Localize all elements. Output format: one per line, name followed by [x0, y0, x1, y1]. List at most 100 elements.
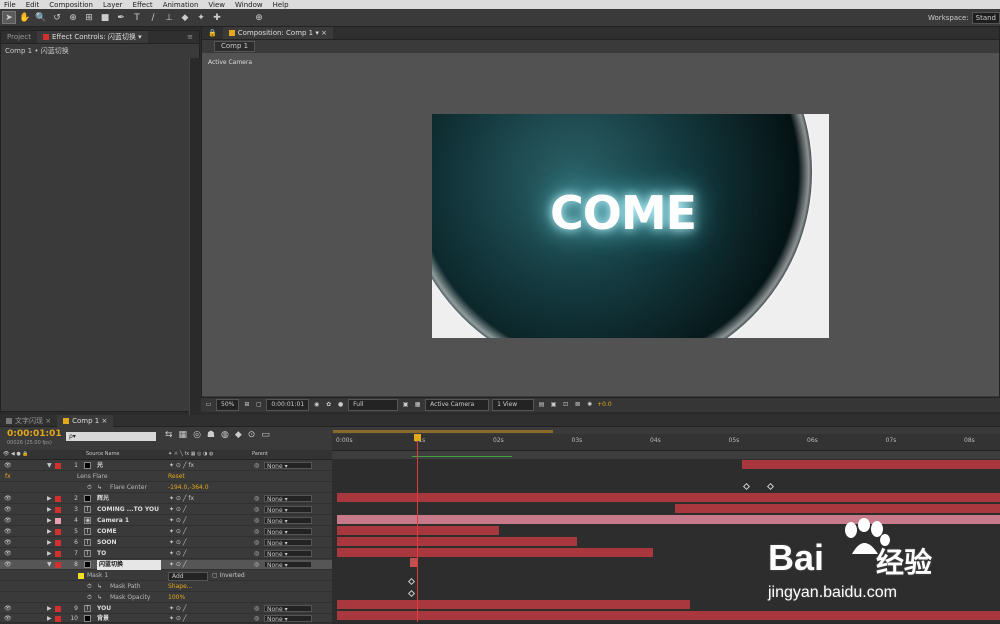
menu-window[interactable]: Window [231, 1, 269, 9]
twirl-arrow-icon[interactable]: ▶ [47, 505, 52, 515]
view-layout-select[interactable]: 1 View [492, 399, 535, 411]
parent-select[interactable]: None ▾ [264, 561, 312, 569]
twirl-arrow-icon[interactable]: ▼ [47, 560, 52, 570]
snapshot-icon[interactable]: ◉ [312, 400, 321, 410]
time-ruler[interactable]: 0:00s01s02s03s04s05s06s07s08s [332, 430, 1000, 451]
eraser-tool-icon[interactable]: ◆ [178, 11, 192, 24]
twirl-arrow-icon[interactable]: ▶ [47, 516, 52, 526]
twirl-arrow-icon[interactable]: ▶ [47, 604, 52, 614]
menu-file[interactable]: File [0, 1, 22, 9]
puppet-tool-icon[interactable]: ✚ [210, 11, 224, 24]
layer-duration-bar[interactable] [337, 548, 653, 557]
layer-name[interactable]: TO [97, 549, 106, 559]
visibility-eye-icon[interactable]: 👁 [4, 527, 12, 537]
layer-switches-icon[interactable]: ✦ ⊙ ╱ [169, 516, 186, 526]
keyframe-icon[interactable] [407, 577, 416, 586]
motion-blur-icon[interactable]: ◍ [221, 430, 235, 440]
layer-switches-icon[interactable]: ✦ ⊙ ╱ [169, 505, 186, 515]
pixel-aspect-icon[interactable]: ▤ [537, 400, 546, 410]
timeline-timecode[interactable]: 0:00:01:01 [7, 429, 62, 439]
parent-pickwhip-icon[interactable]: ◎ [254, 494, 259, 504]
layer-name[interactable]: 辉光 [97, 494, 109, 504]
comp-flowchart-icon[interactable]: ⇆ [165, 430, 179, 440]
draft-3d-icon[interactable]: ▦ [179, 430, 194, 440]
tab-effect-controls[interactable]: Effect Controls: 闪蓝切换 ▾ [36, 31, 148, 43]
keyframe-icon[interactable] [742, 482, 751, 491]
parent-pickwhip-icon[interactable]: ◎ [254, 560, 259, 570]
zoom-tool-icon[interactable]: 🔍 [34, 11, 48, 24]
parent-pickwhip-icon[interactable]: ◎ [254, 527, 259, 537]
visibility-eye-icon[interactable]: 👁 [4, 549, 12, 559]
rotate-tool-icon[interactable]: ↺ [50, 11, 64, 24]
label-color[interactable] [55, 463, 61, 469]
graph-editor-icon[interactable]: ▭ [261, 430, 276, 440]
layer-switches-icon[interactable]: ✦ ⊙ ╱ [169, 549, 186, 559]
layer-row[interactable]: 👁 ▶ 2 辉光 ✦ ⊙ ╱ fx ◎ None ▾ [0, 494, 332, 504]
text-tool-icon[interactable]: T [130, 11, 144, 24]
pan-behind-tool-icon[interactable]: ⊞ [82, 11, 96, 24]
twirl-arrow-icon[interactable]: ▶ [47, 614, 52, 624]
parent-select[interactable]: None ▾ [264, 605, 312, 613]
property-row[interactable]: ⏱ ↳ Mask Path Shape... [0, 582, 332, 592]
layer-switches-icon[interactable]: ✦ ⊙ ╱ [169, 538, 186, 548]
visibility-eye-icon[interactable]: 👁 [4, 604, 12, 614]
twirl-arrow-icon[interactable]: ▼ [47, 461, 52, 471]
visibility-eye-icon[interactable]: 👁 [4, 461, 12, 471]
label-color[interactable] [55, 606, 61, 612]
menu-effect[interactable]: Effect [129, 1, 159, 9]
current-time-field[interactable]: 0:00:01:01 [266, 399, 310, 411]
workspace-value[interactable]: Stand [971, 11, 1000, 24]
label-color[interactable] [55, 507, 61, 513]
property-value[interactable]: Shape... [168, 582, 193, 592]
parent-pickwhip-icon[interactable]: ◎ [254, 505, 259, 515]
parent-select[interactable]: None ▾ [264, 528, 312, 536]
brainstorm-icon[interactable]: ◆ [235, 430, 248, 440]
property-value[interactable]: Reset [168, 472, 185, 482]
label-color[interactable] [55, 540, 61, 546]
property-row[interactable]: fx Lens Flare Reset [0, 472, 332, 482]
frame-blend-icon[interactable]: ☗ [207, 430, 221, 440]
selection-tool-icon[interactable]: ➤ [2, 11, 16, 24]
fast-previews-icon[interactable]: ▣ [549, 400, 558, 410]
camera-tool-icon[interactable]: ⊕ [66, 11, 80, 24]
camera-view-select[interactable]: Active Camera [425, 399, 490, 411]
menu-edit[interactable]: Edit [22, 1, 46, 9]
source-name-header[interactable]: Source Name [86, 450, 120, 459]
mask-color[interactable] [78, 573, 84, 579]
menu-layer[interactable]: Layer [99, 1, 129, 9]
menu-composition[interactable]: Composition [45, 1, 99, 9]
layer-row[interactable]: 👁 ▶ 5 T COME ✦ ⊙ ╱ ◎ None ▾ [0, 527, 332, 537]
visibility-eye-icon[interactable]: 👁 [4, 505, 12, 515]
layer-duration-bar[interactable] [337, 493, 1000, 502]
keyframe-icon[interactable] [407, 589, 416, 598]
tab-timeline-comp1[interactable]: Comp 1 × [57, 414, 114, 427]
parent-select[interactable]: None ▾ [264, 539, 312, 547]
layer-duration-bar[interactable] [675, 504, 1000, 513]
label-color[interactable] [55, 616, 61, 622]
tab-timeline-wenzi[interactable]: 文字闪现 × [0, 415, 57, 427]
effect-controls-scrollbar[interactable] [189, 58, 200, 428]
axis-tool-icon[interactable]: ⊕ [252, 11, 266, 24]
layer-name[interactable]: YOU [97, 604, 111, 614]
property-value[interactable]: Add [168, 572, 208, 581]
layer-name[interactable]: COMING ...TO YOU [97, 505, 159, 515]
layer-row[interactable]: 👁 ▶ 3 T COMING ...TO YOU ✦ ⊙ ╱ ◎ None ▾ [0, 505, 332, 515]
layer-name[interactable]: 闪蓝切换 [97, 560, 161, 570]
current-time-indicator[interactable] [417, 434, 418, 622]
show-snapshot-icon[interactable]: ✿ [324, 400, 333, 410]
transparency-grid-icon[interactable]: ▦ [413, 400, 422, 410]
parent-pickwhip-icon[interactable]: ◎ [254, 549, 259, 559]
layer-row[interactable]: 👁 ▶ 4 ◉ Camera 1 ✦ ⊙ ╱ ◎ None ▾ [0, 516, 332, 526]
layer-switches-icon[interactable]: ✦ ⊙ ╱ [169, 560, 186, 570]
label-color[interactable] [55, 529, 61, 535]
pen-tool-icon[interactable]: ✒ [114, 11, 128, 24]
mask-visibility-icon[interactable]: ▢ [254, 400, 263, 410]
auto-keyframe-icon[interactable]: ⊙ [248, 430, 262, 440]
layer-row[interactable]: 👁 ▼ 1 光 ✦ ⊙ ╱ fx ◎ None ▾ [0, 461, 332, 471]
twirl-arrow-icon[interactable]: ▶ [47, 549, 52, 559]
rectangle-tool-icon[interactable]: ■ [98, 11, 112, 24]
layer-switches-icon[interactable]: ✦ ⊙ ╱ fx [169, 461, 194, 471]
visibility-eye-icon[interactable]: 👁 [4, 560, 12, 570]
layer-duration-bar[interactable] [337, 537, 577, 546]
parent-select[interactable]: None ▾ [264, 550, 312, 558]
